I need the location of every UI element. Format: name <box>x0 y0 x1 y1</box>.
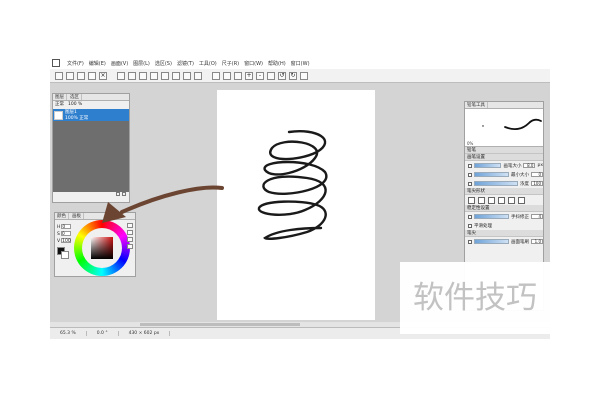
watermark-text: 软件技巧 <box>400 262 550 334</box>
